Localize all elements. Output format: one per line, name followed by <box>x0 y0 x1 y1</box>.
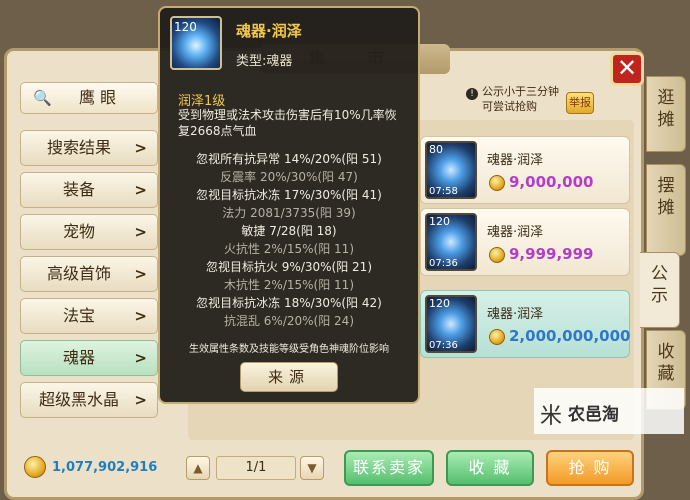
gold-coin-icon <box>24 456 46 478</box>
category-label: 魂器 <box>62 348 95 367</box>
source-button[interactable]: 来源 <box>240 362 338 392</box>
eagle-eye-search-button[interactable]: 🔍 鹰 眼 <box>20 82 158 114</box>
soul-artifact-icon: 120 07:36 <box>425 213 477 271</box>
item-price: 9,000,000 <box>509 173 594 191</box>
item-level: 120 <box>429 215 450 228</box>
tooltip-stat-line: 反震率 20%/30%(阳 47) <box>220 170 358 184</box>
search-icon: 🔍 <box>33 89 52 107</box>
tooltip-stat-line: 忽视所有抗异常 14%/20%(阳 51) <box>196 152 382 166</box>
tooltip-description: 受到物理或法术攻击伤害后有10%几率恢复2668点气血 <box>178 108 397 138</box>
listing-card[interactable]: 120 07:36 魂器·润泽 2,000,000,000 <box>420 290 630 358</box>
category-label: 超级黑水晶 <box>38 390 119 409</box>
tooltip-stat-line: 抗混乱 6%/20%(阳 24) <box>223 314 354 328</box>
contact-seller-button[interactable]: 联系卖家 <box>344 450 434 486</box>
chevron-right-icon: > <box>134 307 147 325</box>
side-tab[interactable]: 逛摊 <box>646 76 686 152</box>
side-tab-label: 摆摊 <box>657 176 675 218</box>
tooltip-stat-line: 木抗性 2%/15%(阳 11) <box>223 278 354 292</box>
tooltip-stat-line: 火抗性 2%/15%(阳 11) <box>223 242 354 256</box>
category-item[interactable]: 法宝 > <box>20 298 158 334</box>
category-label: 搜索结果 <box>46 138 111 157</box>
page-down-button[interactable]: ▼ <box>300 456 324 480</box>
tooltip-stat-line: 忽视目标抗火 9%/30%(阳 21) <box>205 260 372 274</box>
chevron-right-icon: > <box>134 349 147 367</box>
category-item[interactable]: 搜索结果 > <box>20 130 158 166</box>
item-level: 120 <box>429 297 450 310</box>
category-label: 装备 <box>62 180 95 199</box>
category-item[interactable]: 装备 > <box>20 172 158 208</box>
search-label: 鹰 眼 <box>79 88 117 107</box>
item-price: 9,999,999 <box>509 245 594 263</box>
tooltip-stat-line: 忽视目标抗冰冻 18%/30%(阳 42) <box>196 296 382 310</box>
side-tab[interactable]: 公示 <box>640 252 680 328</box>
item-name: 魂器·润泽 <box>487 307 544 322</box>
close-icon: ✕ <box>616 54 638 82</box>
category-item[interactable]: 魂器 > <box>20 340 158 376</box>
watermark-text: 农邑淘 <box>568 405 619 425</box>
category-item[interactable]: 宠物 > <box>20 214 158 250</box>
chevron-down-icon: ▼ <box>307 461 317 475</box>
listing-card[interactable]: 120 07:36 魂器·润泽 9,999,999 <box>420 208 630 276</box>
chevron-right-icon: > <box>134 265 147 283</box>
category-label: 法宝 <box>62 306 95 325</box>
gold-coin-icon <box>489 175 505 191</box>
item-price: 2,000,000,000 <box>509 327 631 345</box>
logo-icon: 米 <box>540 404 563 429</box>
side-tab[interactable]: 摆摊 <box>646 164 686 256</box>
gold-coin-icon <box>489 329 505 345</box>
tooltip-stat-line: 法力 2081/3735(阳 39) <box>222 206 356 220</box>
favorite-button[interactable]: 收 藏 <box>446 450 534 486</box>
chevron-up-icon: ▲ <box>193 461 203 475</box>
gold-coin-icon <box>489 247 505 263</box>
chevron-right-icon: > <box>134 223 147 241</box>
gold-balance: 1,077,902,916 <box>52 460 158 475</box>
chevron-right-icon: > <box>134 391 147 409</box>
item-timer: 07:36 <box>429 340 458 351</box>
close-button[interactable]: ✕ <box>610 52 644 86</box>
side-tab-label: 收藏 <box>657 342 675 384</box>
listing-card[interactable]: 80 07:58 魂器·润泽 9,000,000 <box>420 136 630 204</box>
category-label: 宠物 <box>62 222 95 241</box>
soul-artifact-icon: 120 07:36 <box>425 295 477 353</box>
item-timer: 07:58 <box>429 186 458 197</box>
tooltip-stat-line: 敏捷 7/28(阳 18) <box>241 224 337 238</box>
tooltip-item-type: 类型:魂器 <box>236 54 293 69</box>
info-icon: ! <box>466 88 478 100</box>
soul-artifact-icon: 80 07:58 <box>425 141 477 199</box>
page-indicator: 1/1 <box>216 456 296 480</box>
tooltip-item-name: 魂器·润泽 <box>236 22 302 40</box>
tooltip-item-level: 120 <box>174 20 197 34</box>
category-label: 高级首饰 <box>46 264 111 283</box>
category-item[interactable]: 高级首饰 > <box>20 256 158 292</box>
report-button[interactable]: 举报 <box>566 92 594 114</box>
page-up-button[interactable]: ▲ <box>186 456 210 480</box>
side-tab-label: 逛摊 <box>657 88 675 130</box>
chevron-right-icon: > <box>134 181 147 199</box>
category-item[interactable]: 超级黑水晶 > <box>20 382 158 418</box>
buy-button[interactable]: 抢 购 <box>546 450 634 486</box>
item-name: 魂器·润泽 <box>487 153 544 168</box>
item-timer: 07:36 <box>429 258 458 269</box>
item-name: 魂器·润泽 <box>487 225 544 240</box>
tooltip-footer-note: 生效属性条数及技能等级受角色神魂阶位影响 <box>189 344 389 355</box>
side-tab-label: 公示 <box>651 264 668 306</box>
notice-text: 公示小于三分钟可尝试抢购 <box>482 85 559 113</box>
tooltip-stat-line: 忽视目标抗冰冻 17%/30%(阳 41) <box>196 188 382 202</box>
item-level: 80 <box>429 143 443 156</box>
chevron-right-icon: > <box>134 139 147 157</box>
